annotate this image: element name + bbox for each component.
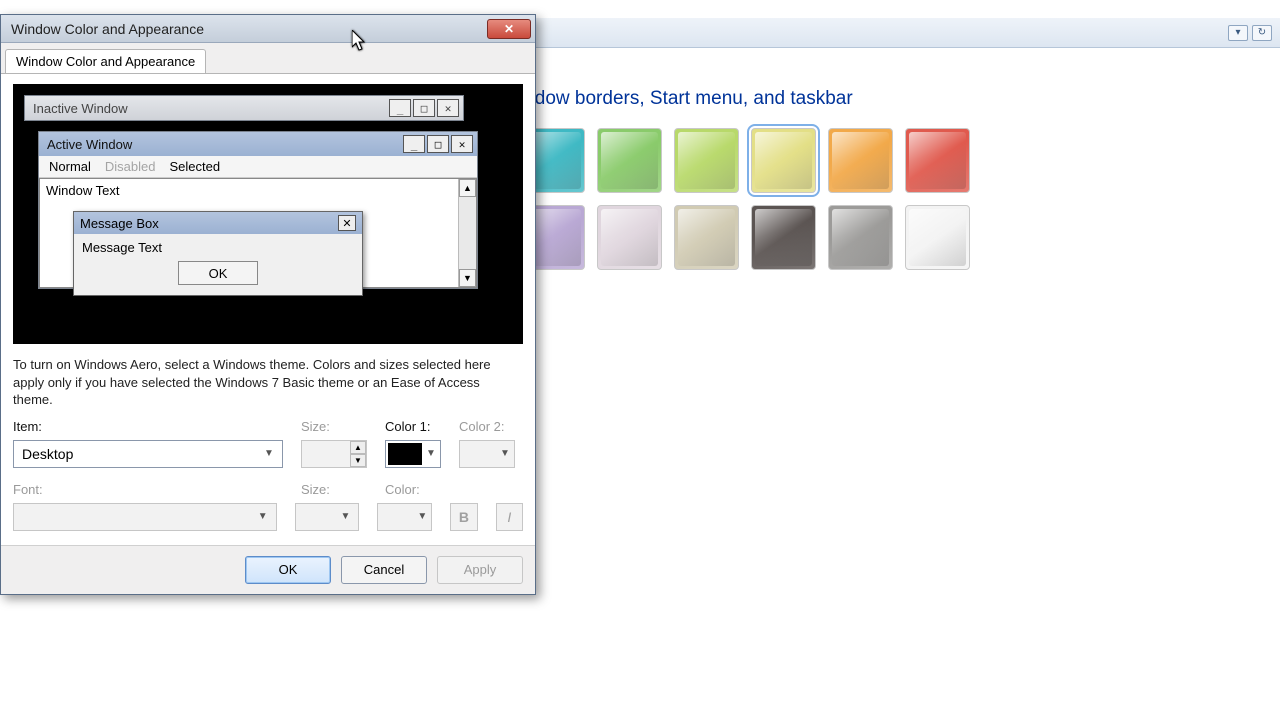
bold-button: B (450, 503, 477, 531)
preview-inactive-window: Inactive Window _ □ ✕ (24, 95, 464, 121)
menu-normal: Normal (49, 159, 91, 174)
dialog-button-row: OK Cancel Apply (1, 545, 535, 594)
size-label: Size: (301, 419, 367, 434)
maximize-icon: □ (413, 99, 435, 117)
size-spinner: ▲ ▼ (301, 440, 367, 468)
color2-label: Color 2: (459, 419, 515, 434)
active-window-title: Active Window (47, 137, 132, 152)
color-swatch-grid (520, 128, 1040, 270)
fontsize-label: Size: (301, 482, 367, 497)
apply-button: Apply (437, 556, 523, 584)
color-swatch-3[interactable] (751, 128, 816, 193)
spin-down-icon: ▼ (350, 454, 366, 467)
item-label: Item: (13, 419, 283, 434)
item-value: Desktop (22, 446, 73, 462)
color2-button: ▼ (459, 440, 515, 468)
italic-button: I (496, 503, 523, 531)
preview-menu: Normal Disabled Selected (39, 156, 477, 178)
color-swatch-5[interactable] (905, 128, 970, 193)
chevron-down-icon: ▼ (260, 448, 278, 459)
menu-selected: Selected (170, 159, 221, 174)
dialog-title: Window Color and Appearance (11, 21, 204, 37)
chevron-down-icon: ▼ (498, 448, 512, 459)
chevron-down-icon: ▼ (336, 511, 354, 522)
appearance-dialog: Window Color and Appearance ✕ Window Col… (0, 14, 536, 595)
font-label: Font: (13, 482, 283, 497)
color-swatch-1[interactable] (597, 128, 662, 193)
color1-swatch (388, 443, 422, 465)
color1-label: Color 1: (385, 419, 441, 434)
preview-message-box: Message Box ✕ Message Text OK (73, 211, 363, 296)
fontcolor-label: Color: (385, 482, 441, 497)
close-icon: ✕ (437, 99, 459, 117)
ok-button[interactable]: OK (245, 556, 331, 584)
item-combo[interactable]: Desktop ▼ (13, 440, 283, 468)
scroll-up-icon: ▲ (459, 179, 476, 197)
scroll-down-icon: ▼ (459, 269, 476, 287)
fontsize-combo: ▼ (295, 503, 360, 531)
chevron-down-icon: ▼ (424, 448, 438, 459)
window-text: Window Text (46, 183, 119, 198)
preview-area: Inactive Window _ □ ✕ Active Window _ □ (13, 84, 523, 344)
minimize-icon: _ (389, 99, 411, 117)
color-swatch-8[interactable] (674, 205, 739, 270)
color-swatch-11[interactable] (905, 205, 970, 270)
preview-active-window: Active Window _ □ ✕ Normal Disabled Sele… (38, 131, 478, 289)
tab-strip: Window Color and Appearance (1, 43, 535, 73)
cancel-button[interactable]: Cancel (341, 556, 427, 584)
spin-up-icon: ▲ (350, 441, 366, 454)
color-swatch-7[interactable] (597, 205, 662, 270)
description-text: To turn on Windows Aero, select a Window… (13, 356, 523, 409)
refresh-button[interactable]: ↻ (1252, 25, 1272, 41)
scrollbar: ▲ ▼ (458, 179, 476, 287)
chevron-down-icon: ▼ (254, 511, 272, 522)
color2-swatch (462, 443, 496, 465)
color1-button[interactable]: ▼ (385, 440, 441, 468)
message-ok-button: OK (178, 261, 258, 285)
inactive-window-title: Inactive Window (33, 101, 128, 116)
close-icon: ✕ (451, 135, 473, 153)
color-swatch-4[interactable] (828, 128, 893, 193)
menu-disabled: Disabled (105, 159, 156, 174)
close-icon: ✕ (338, 215, 356, 231)
color-swatch-9[interactable] (751, 205, 816, 270)
color-swatch-2[interactable] (674, 128, 739, 193)
message-box-title: Message Box (80, 216, 159, 231)
maximize-icon: □ (427, 135, 449, 153)
message-text: Message Text (82, 240, 354, 255)
dropdown-button[interactable]: ▾ (1228, 25, 1248, 41)
chevron-down-icon: ▼ (415, 511, 429, 522)
section-heading: indow borders, Start menu, and taskbar (520, 88, 1260, 110)
font-combo: ▼ (13, 503, 277, 531)
minimize-icon: _ (403, 135, 425, 153)
tab-appearance[interactable]: Window Color and Appearance (5, 49, 206, 73)
color-swatch-10[interactable] (828, 205, 893, 270)
fontcolor-button: ▼ (377, 503, 432, 531)
close-button[interactable]: ✕ (487, 19, 531, 39)
dialog-titlebar[interactable]: Window Color and Appearance ✕ (1, 15, 535, 43)
